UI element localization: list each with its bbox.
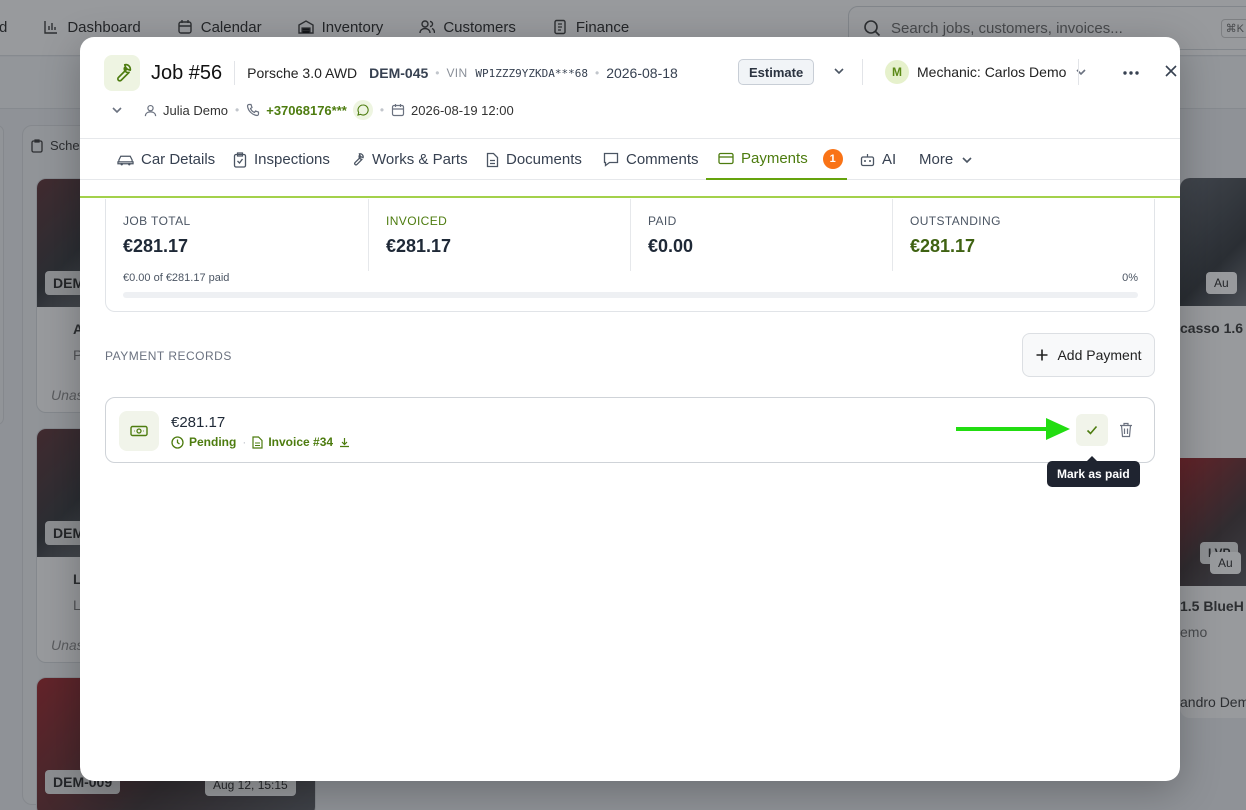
- modal-tabs: Car Details Inspections Works & Parts Do…: [80, 138, 1180, 180]
- chevron-down-icon: [962, 156, 972, 163]
- phone-icon: [247, 103, 260, 117]
- tab-inspections[interactable]: Inspections: [233, 139, 330, 180]
- payments-count-badge: 1: [822, 148, 843, 169]
- banknote-icon: [130, 425, 148, 437]
- license-plate: DEM-045: [369, 65, 429, 81]
- separator-dot: •: [379, 103, 385, 117]
- invoice-link[interactable]: Invoice #34: [268, 435, 333, 449]
- customer-name[interactable]: Julia Demo: [163, 103, 228, 118]
- document-icon: [252, 435, 263, 449]
- modal-subheader: Julia Demo • +37068176*** • 2026-08-19 1…: [110, 100, 514, 120]
- paid-progress-text: €0.00 of €281.17 paid: [123, 272, 230, 284]
- separator-dot: •: [595, 66, 600, 80]
- mark-as-paid-tooltip: Mark as paid: [1047, 456, 1140, 487]
- scroll-indicator: [80, 196, 1180, 198]
- vin-value[interactable]: WP1ZZZ9YZKDA***68: [475, 67, 588, 80]
- job-modal: Job #56 Porsche 3.0 AWD DEM-045 • VIN WP…: [80, 37, 1180, 781]
- car-name: Porsche 3.0 AWD: [247, 65, 358, 81]
- tab-more[interactable]: More: [919, 139, 974, 180]
- tab-works-parts[interactable]: Works & Parts: [350, 139, 468, 180]
- chevron-down-icon[interactable]: [832, 64, 846, 78]
- payment-record: €281.17 Pending · Invoice #34: [105, 397, 1155, 463]
- clock-icon: [171, 435, 184, 449]
- separator-dot: •: [435, 66, 440, 80]
- mechanic-avatar: M: [885, 60, 909, 84]
- whatsapp-button[interactable]: [352, 100, 373, 120]
- document-icon: [486, 152, 499, 167]
- delete-payment-button[interactable]: [1112, 414, 1140, 446]
- stat-invoiced: INVOICED €281.17: [368, 199, 630, 271]
- tab-ai[interactable]: AI: [860, 139, 896, 180]
- trash-icon: [1120, 422, 1132, 438]
- tab-comments[interactable]: Comments: [603, 139, 699, 180]
- mechanic-label: Mechanic: Carlos Demo: [917, 64, 1067, 80]
- close-icon[interactable]: [1161, 61, 1180, 81]
- annotation-arrow-icon: [956, 418, 1070, 440]
- appointment-date[interactable]: 2026-08-19 12:00: [411, 103, 514, 118]
- payment-amount: €281.17: [171, 414, 226, 431]
- robot-icon: [860, 153, 875, 166]
- divider: [1078, 59, 1079, 85]
- payment-records-title: PAYMENT RECORDS: [105, 349, 232, 363]
- stat-job-total: JOB TOTAL €281.17: [123, 214, 191, 256]
- modal-header: Job #56 Porsche 3.0 AWD DEM-045 • VIN WP…: [104, 55, 1177, 91]
- more-horizontal-icon[interactable]: [1121, 63, 1141, 83]
- calendar-icon: [391, 104, 405, 117]
- payment-icon-badge: [119, 411, 159, 451]
- comment-icon: [603, 152, 619, 167]
- download-icon[interactable]: [339, 437, 350, 448]
- tab-documents[interactable]: Documents: [486, 139, 582, 180]
- status-select[interactable]: Estimate: [738, 59, 815, 85]
- vin-label: VIN: [446, 66, 468, 80]
- chevron-down-icon: [1076, 69, 1086, 76]
- credit-card-icon: [718, 152, 734, 165]
- mark-as-paid-button[interactable]: [1076, 414, 1108, 446]
- paid-progress-bar: [123, 292, 1138, 298]
- car-icon: [117, 155, 134, 165]
- payment-meta: Pending · Invoice #34: [171, 435, 355, 449]
- stat-paid: PAID €0.00: [630, 199, 892, 271]
- job-icon-badge: [104, 55, 140, 91]
- job-date: 2026-08-18: [606, 65, 678, 81]
- chat-bubble-icon: [357, 104, 369, 116]
- mechanic-select[interactable]: M Mechanic: Carlos Demo: [885, 60, 1088, 84]
- divider: [862, 59, 863, 85]
- customer-phone[interactable]: +37068176***: [266, 103, 347, 118]
- tab-payments[interactable]: Payments 1: [706, 139, 847, 180]
- stat-outstanding: OUTSTANDING €281.17: [892, 199, 1154, 271]
- check-icon: [1086, 425, 1098, 435]
- tab-car-details[interactable]: Car Details: [117, 139, 215, 180]
- plus-icon: [1036, 349, 1048, 361]
- separator-dot: •: [235, 103, 240, 117]
- payment-summary: JOB TOTAL €281.17 INVOICED €281.17 PAID …: [105, 199, 1155, 312]
- job-title: Job #56: [151, 61, 223, 84]
- clipboard-check-icon: [233, 151, 247, 168]
- wrench-icon: [354, 153, 364, 166]
- wrench-icon: [117, 63, 132, 82]
- add-payment-button[interactable]: Add Payment: [1022, 333, 1155, 377]
- chevron-down-icon[interactable]: [110, 103, 124, 117]
- divider: [234, 61, 236, 85]
- paid-percent: 0%: [1122, 272, 1138, 284]
- user-icon: [144, 104, 157, 116]
- payment-status: Pending: [189, 435, 237, 449]
